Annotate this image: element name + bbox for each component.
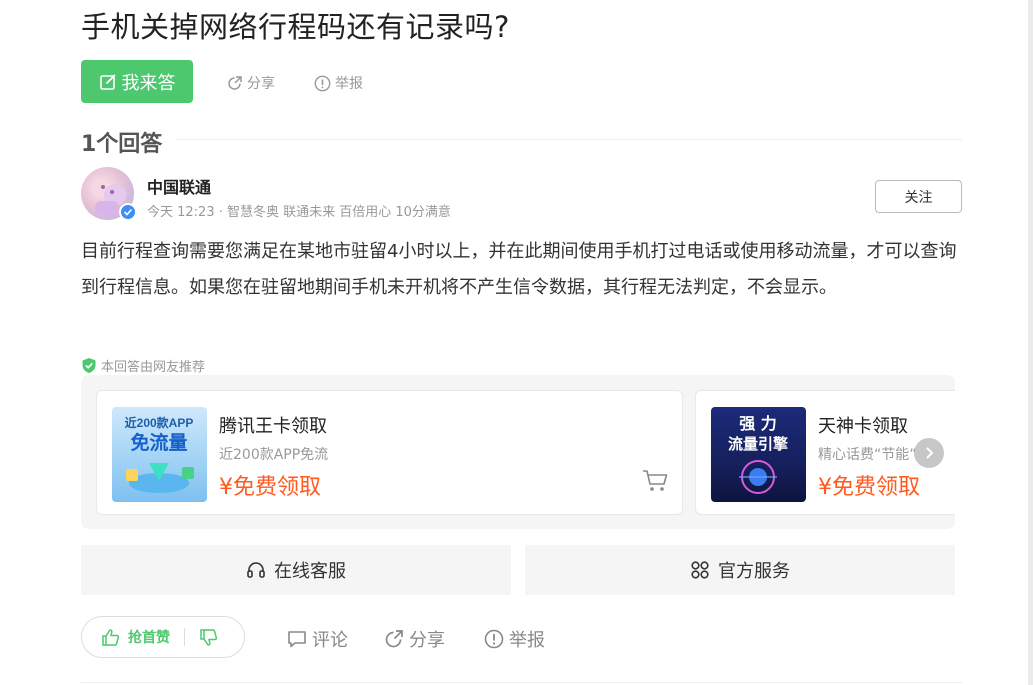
- online-service-label: 在线客服: [274, 561, 346, 582]
- vote-divider: [184, 628, 185, 646]
- answer-report-link[interactable]: 举报: [484, 626, 545, 652]
- product-carousel: 近200款APP 免流量 腾讯王卡领取 近200款APP免流 ¥免费领取 强 力…: [81, 375, 955, 529]
- question-share-label: 分享: [247, 76, 275, 92]
- question-report-label: 举报: [335, 76, 363, 92]
- report-icon: [484, 629, 504, 649]
- answer-count: 1个回答: [81, 132, 163, 157]
- product-price: ¥免费领取: [219, 475, 321, 500]
- official-service-label: 官方服务: [718, 561, 790, 582]
- official-service-button[interactable]: 官方服务: [525, 545, 955, 595]
- online-service-button[interactable]: 在线客服: [81, 545, 511, 595]
- share-icon: [385, 630, 403, 648]
- follow-button[interactable]: 关注: [875, 180, 962, 213]
- vote-control: 抢首赞: [81, 616, 245, 658]
- upvote-button[interactable]: 抢首赞: [82, 627, 170, 647]
- product-card[interactable]: 近200款APP 免流量 腾讯王卡领取 近200款APP免流 ¥免费领取: [96, 390, 683, 515]
- product-image: 近200款APP 免流量: [112, 407, 207, 502]
- answer-share-link[interactable]: 分享: [384, 626, 445, 652]
- shield-check-icon: [82, 358, 96, 373]
- upvote-label: 抢首赞: [128, 630, 170, 646]
- answer-button-label: 我来答: [121, 72, 176, 94]
- question-share-link[interactable]: 分享: [227, 73, 275, 93]
- author-meta: 今天 12:23 · 智慧冬奥 联通未来 百倍用心 10分满意: [147, 205, 451, 220]
- verified-icon: [119, 203, 137, 221]
- product-image-text: 近200款APP: [125, 415, 194, 430]
- comment-label: 评论: [312, 630, 348, 651]
- thumb-up-icon: [102, 628, 120, 646]
- product-price: ¥免费领取: [818, 475, 920, 500]
- recommend-badge: 本回答由网友推荐: [81, 356, 205, 375]
- downvote-button[interactable]: [199, 628, 218, 647]
- product-image-text: 流量引擎: [728, 435, 788, 453]
- comment-icon: [288, 631, 306, 648]
- question-report-link[interactable]: 举报: [314, 73, 363, 93]
- product-image-text: 强 力: [739, 414, 777, 433]
- carousel-next-button[interactable]: [914, 438, 944, 468]
- question-title: 手机关掉网络行程码还有记录吗?: [81, 10, 510, 44]
- cart-icon[interactable]: [642, 469, 668, 493]
- recommend-label: 本回答由网友推荐: [101, 360, 206, 375]
- product-desc: 精心话费“节能”: [818, 447, 917, 463]
- author-name[interactable]: 中国联通: [147, 174, 211, 198]
- product-name: 天神卡领取: [818, 416, 908, 437]
- product-desc: 近200款APP免流: [219, 447, 329, 463]
- edit-icon: [99, 74, 115, 90]
- product-image-text: 免流量: [130, 431, 187, 454]
- report-icon: [314, 75, 331, 91]
- answer-body: 目前行程查询需要您满足在某地市驻留4小时以上，并在此期间使用手机打过电话或使用移…: [81, 241, 957, 298]
- product-image: 强 力 流量引擎: [711, 407, 806, 502]
- thumb-down-icon: [200, 628, 218, 646]
- answer-button[interactable]: 我来答: [81, 60, 193, 103]
- answer-share-label: 分享: [409, 630, 445, 651]
- scrollbar-track[interactable]: [1028, 0, 1033, 685]
- headset-icon: [247, 562, 265, 578]
- grid-icon: [691, 561, 709, 579]
- share-icon: [228, 76, 242, 90]
- section-divider: [175, 139, 962, 140]
- comment-link[interactable]: 评论: [287, 626, 348, 652]
- answer-report-label: 举报: [509, 630, 545, 651]
- bottom-divider: [81, 682, 962, 683]
- chevron-right-icon: [926, 447, 934, 459]
- product-name: 腾讯王卡领取: [219, 416, 327, 437]
